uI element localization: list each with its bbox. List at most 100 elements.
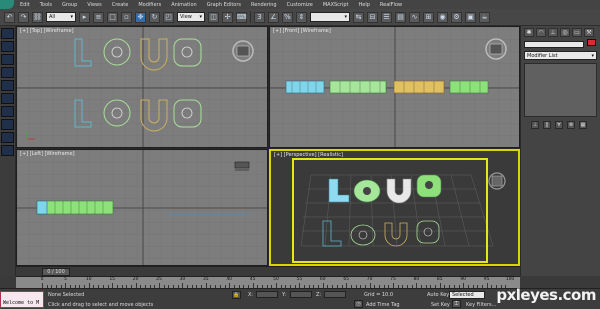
render-setup-icon[interactable]: ⚙	[451, 11, 462, 23]
select-by-name-icon[interactable]: ≡	[93, 11, 104, 23]
snaps-toggle-icon[interactable]: 3	[254, 11, 265, 23]
window-crossing-icon[interactable]: ▫	[121, 11, 132, 23]
spinner-snap-icon[interactable]: ⇕	[296, 11, 307, 23]
remove-modifier-icon[interactable]: ⊗	[567, 121, 575, 129]
menu-edit[interactable]: Edit	[20, 2, 30, 8]
left-viewport-label[interactable]: [+] [Left] [Wireframe]	[20, 151, 75, 157]
select-and-move-icon[interactable]: ✥	[135, 11, 146, 23]
percent-snap-icon[interactable]: %	[282, 11, 293, 23]
mirror-icon[interactable]: ⇆	[353, 11, 364, 23]
object-name-field[interactable]	[524, 41, 584, 48]
perspective-viewport[interactable]: [+] [Perspective] [Realistic]	[269, 149, 520, 266]
pivot-center-icon[interactable]: ◫	[208, 11, 219, 23]
select-and-rotate-icon[interactable]: ↻	[149, 11, 160, 23]
create-tab-icon[interactable]: ✱	[524, 28, 534, 37]
app-logo-icon[interactable]	[0, 0, 14, 9]
maxscript-listener[interactable]: Welcome to M	[0, 291, 44, 308]
angle-snap-icon[interactable]: ∠	[268, 11, 279, 23]
track-bar-tick-label: 75	[390, 277, 396, 282]
z-coordinate-label: Z:	[316, 292, 322, 298]
menu-bar: Edit Tools Group Views Create Modifiers …	[0, 0, 600, 9]
top-viewport[interactable]: [+] [Top] [Wireframe]	[16, 26, 268, 148]
auto-key-button[interactable]: Auto Key	[427, 292, 449, 298]
select-object-icon[interactable]: ▸	[79, 11, 90, 23]
track-bar[interactable]: 0 5 10 15 20 25 30 35 40 45 50 55 60 65 70 75 80 85 90 95 10…	[16, 276, 520, 288]
perspective-viewport-label[interactable]: [+] [Perspective] [Realistic]	[274, 152, 343, 158]
add-time-tag-button[interactable]: Add Time Tag	[366, 302, 400, 308]
tool-tab-icon[interactable]	[1, 145, 14, 156]
redo-icon[interactable]: ↷	[18, 11, 29, 23]
modifier-stack[interactable]	[524, 63, 597, 117]
graphite-ribbon-icon[interactable]: ▤	[395, 11, 406, 23]
menu-modifiers[interactable]: Modifiers	[138, 2, 161, 8]
menu-maxscript[interactable]: MAXScript	[323, 2, 349, 8]
material-editor-icon[interactable]: ◉	[437, 11, 448, 23]
command-panel: ✱ ◠ ⊥ ◎ ▭ ⚒ Modifier List ▾ ⊥ ‖ ∀ ⊗ ▦	[520, 26, 600, 276]
menu-realflow[interactable]: RealFlow	[380, 2, 402, 8]
render-production-icon[interactable]: ☕	[479, 11, 490, 23]
front-viewport-label[interactable]: [+] [Front] [Wireframe]	[273, 28, 331, 34]
schematic-view-icon[interactable]: ⊞	[423, 11, 434, 23]
z-coordinate-field[interactable]	[324, 291, 346, 298]
named-selection-sets-dropdown[interactable]: ▾	[310, 12, 350, 22]
layer-manager-icon[interactable]: ☰	[381, 11, 392, 23]
top-viewport-label[interactable]: [+] [Top] [Wireframe]	[20, 28, 74, 34]
chevron-down-icon: ▾	[70, 14, 73, 20]
tool-tab-icon[interactable]	[1, 54, 14, 65]
modify-tab-icon[interactable]: ◠	[536, 28, 546, 37]
rendered-frame-window-icon[interactable]: ▣	[465, 11, 476, 23]
selection-filter-dropdown[interactable]: All ▾	[46, 12, 76, 22]
set-key-button[interactable]: Set Key	[431, 302, 450, 308]
tool-tab-icon[interactable]	[1, 119, 14, 130]
tool-tab-icon[interactable]	[1, 28, 14, 39]
time-slider[interactable]: 0 / 100	[42, 268, 70, 276]
pin-stack-icon[interactable]: ⊥	[531, 121, 539, 129]
y-coordinate-field[interactable]	[290, 291, 312, 298]
tool-tab-icon[interactable]	[1, 106, 14, 117]
x-coordinate-field[interactable]	[256, 291, 278, 298]
time-tag-icon[interactable]: ◷	[354, 300, 363, 308]
track-bar-tick-label: 25	[156, 277, 162, 282]
menu-graph-editors[interactable]: Graph Editors	[207, 2, 241, 8]
lock-selection-icon[interactable]: 🔒	[232, 291, 241, 299]
motion-tab-icon[interactable]: ◎	[560, 28, 570, 37]
undo-icon[interactable]: ↶	[4, 11, 15, 23]
left-viewport[interactable]: [+] [Left] [Wireframe]	[16, 149, 268, 266]
menu-animation[interactable]: Animation	[171, 2, 197, 8]
reference-coordinate-dropdown[interactable]: View ▾	[177, 12, 205, 22]
select-and-manipulate-icon[interactable]: ✢	[222, 11, 233, 23]
configure-modifier-sets-icon[interactable]: ▦	[579, 121, 587, 129]
hierarchy-tab-icon[interactable]: ⊥	[548, 28, 558, 37]
viewport-area: [+] [Top] [Wireframe] [+] [Front] [Wiref	[16, 26, 520, 266]
curve-editor-icon[interactable]: ∿	[409, 11, 420, 23]
rectangle-selection-icon[interactable]: □	[107, 11, 118, 23]
make-unique-icon[interactable]: ∀	[555, 121, 563, 129]
tool-tab-icon[interactable]	[1, 80, 14, 91]
menu-tools[interactable]: Tools	[40, 2, 52, 8]
key-mode-dropdown[interactable]: Selected	[449, 291, 485, 299]
object-color-swatch[interactable]	[587, 39, 596, 46]
select-and-scale-icon[interactable]: ◰	[163, 11, 174, 23]
modifier-list-dropdown[interactable]: Modifier List ▾	[524, 51, 597, 60]
left-viewport-canvas	[17, 150, 267, 265]
link-icon[interactable]: ⛓	[32, 11, 43, 23]
menu-help[interactable]: Help	[359, 2, 370, 8]
tool-tab-icon[interactable]	[1, 41, 14, 52]
utilities-tab-icon[interactable]: ⚒	[584, 28, 594, 37]
display-tab-icon[interactable]: ▭	[572, 28, 582, 37]
tool-tab-icon[interactable]	[1, 67, 14, 78]
set-keys-icon[interactable]: ⚿	[452, 300, 461, 308]
key-filters-button[interactable]: Key Filters...	[466, 302, 496, 308]
menu-create[interactable]: Create	[112, 2, 129, 8]
align-icon[interactable]: ⊟	[367, 11, 378, 23]
show-end-result-icon[interactable]: ‖	[543, 121, 551, 129]
tool-tab-icon[interactable]	[1, 93, 14, 104]
keyboard-shortcut-icon[interactable]: ⌨	[236, 11, 247, 23]
menu-group[interactable]: Group	[62, 2, 77, 8]
menu-customize[interactable]: Customize	[287, 2, 313, 8]
menu-views[interactable]: Views	[87, 2, 101, 8]
track-bar-tick-label: 40	[226, 277, 233, 282]
menu-rendering[interactable]: Rendering	[251, 2, 277, 8]
front-viewport[interactable]: [+] [Front] [Wireframe]	[269, 26, 520, 148]
tool-tab-icon[interactable]	[1, 132, 14, 143]
